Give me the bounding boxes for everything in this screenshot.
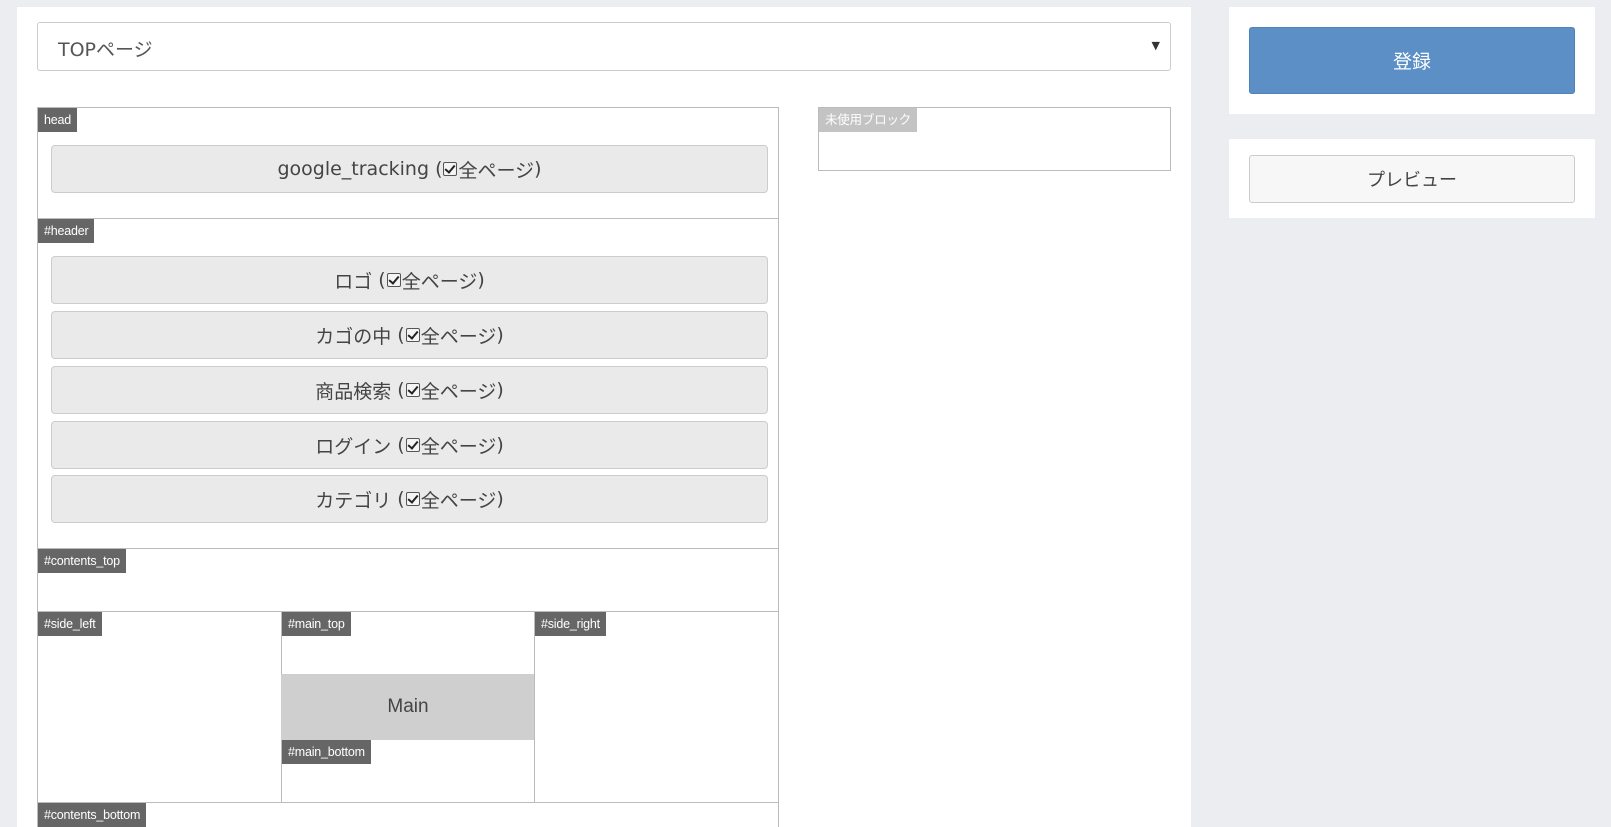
register-button[interactable]: 登録 [1249, 27, 1575, 94]
area-contents-top: #contents_top [37, 548, 779, 612]
area-label-contents-top: #contents_top [38, 549, 126, 573]
all-pages-checkbox[interactable] [386, 273, 401, 287]
area-header: #header ロゴ (全ページ) カゴの中 (全ページ) 商品検索 (全ページ… [37, 218, 779, 549]
checkbox-label: 全ページ [420, 325, 497, 348]
checkbox-label: 全ページ [420, 435, 497, 458]
block-name: google_tracking [277, 158, 430, 180]
preview-card: プレビュー [1229, 139, 1595, 218]
all-pages-checkbox[interactable] [405, 383, 420, 397]
preview-button[interactable]: プレビュー [1249, 155, 1575, 203]
block-login[interactable]: ログイン (全ページ) [51, 421, 768, 469]
area-label-main-top: #main_top [282, 612, 351, 636]
area-label-main-bottom: #main_bottom [282, 740, 371, 764]
block-logo[interactable]: ロゴ (全ページ) [51, 256, 768, 304]
all-pages-checkbox[interactable] [405, 438, 420, 452]
page-select[interactable]: TOPページ ▼ [37, 22, 1171, 71]
area-side-right: #side_right [534, 611, 779, 803]
block-name: ログイン [315, 435, 392, 458]
area-label-side-right: #side_right [535, 612, 606, 636]
area-side-left: #side_left [37, 611, 282, 803]
block-name: カテゴリ [315, 489, 392, 512]
area-main-top: #main_top [281, 611, 535, 675]
block-name: 商品検索 [315, 380, 392, 403]
area-label-side-left: #side_left [38, 612, 102, 636]
chevron-down-icon: ▼ [1151, 39, 1160, 52]
area-main-bottom: #main_bottom [281, 740, 535, 803]
block-google-tracking[interactable]: google_tracking (全ページ) [51, 145, 768, 193]
main-content-block: Main [281, 674, 535, 740]
area-label-contents-bottom: #contents_bottom [38, 803, 147, 827]
area-head: head google_tracking (全ページ) [37, 107, 779, 219]
all-pages-checkbox[interactable] [405, 492, 420, 506]
area-contents-bottom: #contents_bottom [37, 802, 779, 827]
block-category[interactable]: カテゴリ (全ページ) [51, 475, 768, 523]
checkbox-label: 全ページ [458, 159, 535, 182]
checkbox-label: 全ページ [420, 380, 497, 403]
all-pages-checkbox[interactable] [443, 162, 458, 176]
area-label-unused-blocks: 未使用ブロック [819, 108, 918, 132]
area-unused-blocks: 未使用ブロック [818, 107, 1171, 171]
checkbox-label: 全ページ [401, 270, 478, 293]
area-label-header: #header [38, 219, 95, 243]
block-cart[interactable]: カゴの中 (全ページ) [51, 311, 768, 359]
all-pages-checkbox[interactable] [405, 328, 420, 342]
block-name: ロゴ [334, 270, 373, 293]
block-product-search[interactable]: 商品検索 (全ページ) [51, 366, 768, 414]
register-card: 登録 [1229, 7, 1595, 114]
area-label-head: head [38, 108, 78, 132]
main-label: Main [387, 696, 429, 717]
checkbox-label: 全ページ [420, 489, 497, 512]
block-name: カゴの中 [315, 325, 392, 348]
page-select-value: TOPページ [58, 39, 153, 61]
